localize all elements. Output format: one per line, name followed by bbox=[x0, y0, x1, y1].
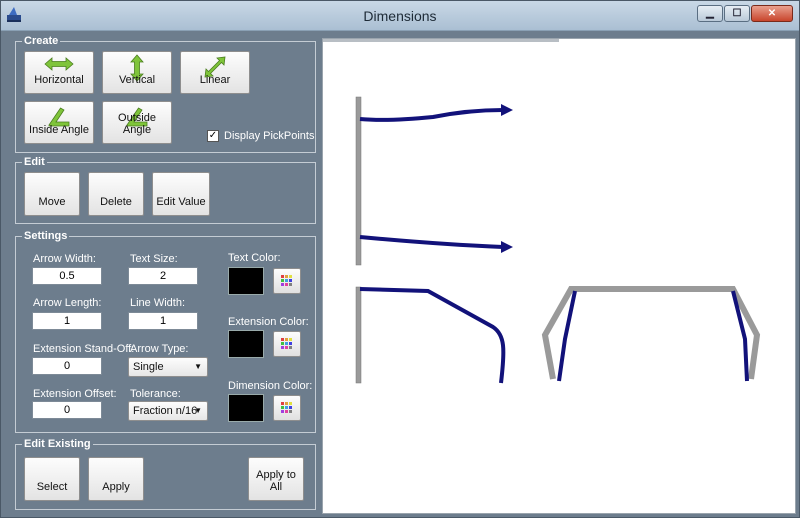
drawing-canvas[interactable] bbox=[323, 39, 796, 514]
apply-to-all-button[interactable]: Apply to All bbox=[248, 457, 304, 501]
display-pickpoints-label: Display PickPoints bbox=[224, 130, 315, 142]
text-color-swatch bbox=[228, 267, 264, 295]
inside-angle-button[interactable]: Inside Angle bbox=[24, 101, 94, 144]
extension-offset-label: Extension Offset: bbox=[33, 388, 117, 400]
horizontal-arrow-icon bbox=[44, 57, 74, 71]
palette-icon bbox=[281, 338, 292, 349]
extension-color-swatch bbox=[228, 330, 264, 358]
extension-line bbox=[355, 286, 362, 384]
display-pickpoints-checkbox[interactable]: ✓ bbox=[207, 130, 219, 142]
dimension-line-angle bbox=[359, 287, 506, 384]
arrowhead-icon bbox=[501, 104, 513, 116]
outside-angle-label: Outside Angle bbox=[118, 112, 156, 136]
tolerance-label: Tolerance: bbox=[130, 388, 181, 400]
text-size-label: Text Size: bbox=[130, 253, 178, 265]
apply-label: Apply bbox=[102, 481, 130, 493]
extension-outline bbox=[541, 286, 761, 380]
line-width-label: Line Width: bbox=[130, 297, 186, 309]
linear-button[interactable]: Linear bbox=[180, 51, 250, 94]
arrow-length-input[interactable]: 1 bbox=[32, 312, 102, 330]
move-label: Move bbox=[38, 196, 66, 208]
extension-color-label: Extension Color: bbox=[228, 316, 309, 328]
arrow-width-label: Arrow Width: bbox=[33, 253, 96, 265]
dimension-color-label: Dimension Color: bbox=[228, 380, 313, 392]
edit-value-label: Edit Value bbox=[156, 196, 206, 208]
create-legend: Create bbox=[22, 35, 61, 47]
text-color-label: Text Color: bbox=[228, 252, 281, 264]
settings-legend: Settings bbox=[22, 230, 70, 242]
vertical-button[interactable]: Vertical bbox=[102, 51, 172, 94]
linear-label: Linear bbox=[199, 74, 231, 86]
dimensions-window: Dimensions ▁ ☐ ✕ Create Horizontal Verti… bbox=[0, 0, 800, 518]
inside-angle-label: Inside Angle bbox=[29, 124, 89, 136]
chevron-down-icon: ▼ bbox=[194, 362, 202, 371]
outside-angle-button[interactable]: Outside Angle bbox=[102, 101, 172, 144]
minimize-button[interactable]: ▁ bbox=[697, 5, 723, 22]
create-group: Create Horizontal Vertical Linear Inside… bbox=[15, 35, 316, 153]
chevron-down-icon: ▼ bbox=[194, 406, 202, 415]
tolerance-select[interactable]: Fraction n/16 ▼ bbox=[128, 401, 208, 421]
move-button[interactable]: Move bbox=[24, 172, 80, 216]
dimension-color-swatch bbox=[228, 394, 264, 422]
delete-button[interactable]: Delete bbox=[88, 172, 144, 216]
arrow-width-input[interactable]: 0.5 bbox=[32, 267, 102, 285]
horizontal-button[interactable]: Horizontal bbox=[24, 51, 94, 94]
dimension-line-middle bbox=[359, 235, 504, 249]
title-bar[interactable]: Dimensions ▁ ☐ ✕ bbox=[1, 1, 799, 31]
extension-offset-input[interactable]: 0 bbox=[32, 401, 102, 419]
extension-standoff-label: Extension Stand-Off: bbox=[33, 343, 135, 355]
edit-existing-group: Edit Existing Select Apply Apply to All bbox=[15, 438, 316, 510]
arrow-type-value: Single bbox=[133, 361, 164, 373]
palette-icon bbox=[281, 275, 292, 286]
extension-color-picker-button[interactable] bbox=[273, 331, 301, 357]
close-button[interactable]: ✕ bbox=[751, 5, 793, 22]
delete-label: Delete bbox=[100, 196, 132, 208]
select-label: Select bbox=[36, 481, 68, 493]
apply-to-all-label: Apply to All bbox=[256, 469, 296, 493]
arrow-length-label: Arrow Length: bbox=[33, 297, 102, 309]
extension-line bbox=[355, 96, 362, 266]
extension-standoff-input[interactable]: 0 bbox=[32, 357, 102, 375]
settings-group: Settings Arrow Width: 0.5 Text Size: 2 A… bbox=[15, 230, 316, 433]
edit-value-button[interactable]: Edit Value bbox=[152, 172, 210, 216]
dimension-color-picker-button[interactable] bbox=[273, 395, 301, 421]
drawing-viewport[interactable] bbox=[322, 38, 796, 514]
text-size-input[interactable]: 2 bbox=[128, 267, 198, 285]
horizontal-label: Horizontal bbox=[34, 74, 84, 86]
edit-existing-legend: Edit Existing bbox=[22, 438, 93, 450]
text-color-picker-button[interactable] bbox=[273, 268, 301, 294]
window-title: Dimensions bbox=[363, 8, 437, 24]
arrow-type-select[interactable]: Single ▼ bbox=[128, 357, 208, 377]
select-button[interactable]: Select bbox=[24, 457, 80, 501]
arrowhead-icon bbox=[501, 241, 513, 253]
line-width-input[interactable]: 1 bbox=[128, 312, 198, 330]
vertical-label: Vertical bbox=[118, 74, 156, 86]
tolerance-value: Fraction n/16 bbox=[133, 405, 198, 417]
palette-icon bbox=[281, 402, 292, 413]
edit-legend: Edit bbox=[22, 156, 47, 168]
apply-button[interactable]: Apply bbox=[88, 457, 144, 501]
top-ruler bbox=[323, 39, 559, 42]
maximize-button[interactable]: ☐ bbox=[724, 5, 750, 22]
edit-group: Edit Move Delete Edit Value bbox=[15, 156, 316, 224]
arrow-type-label: Arrow Type: bbox=[130, 343, 189, 355]
dimension-line-top bbox=[359, 108, 504, 122]
